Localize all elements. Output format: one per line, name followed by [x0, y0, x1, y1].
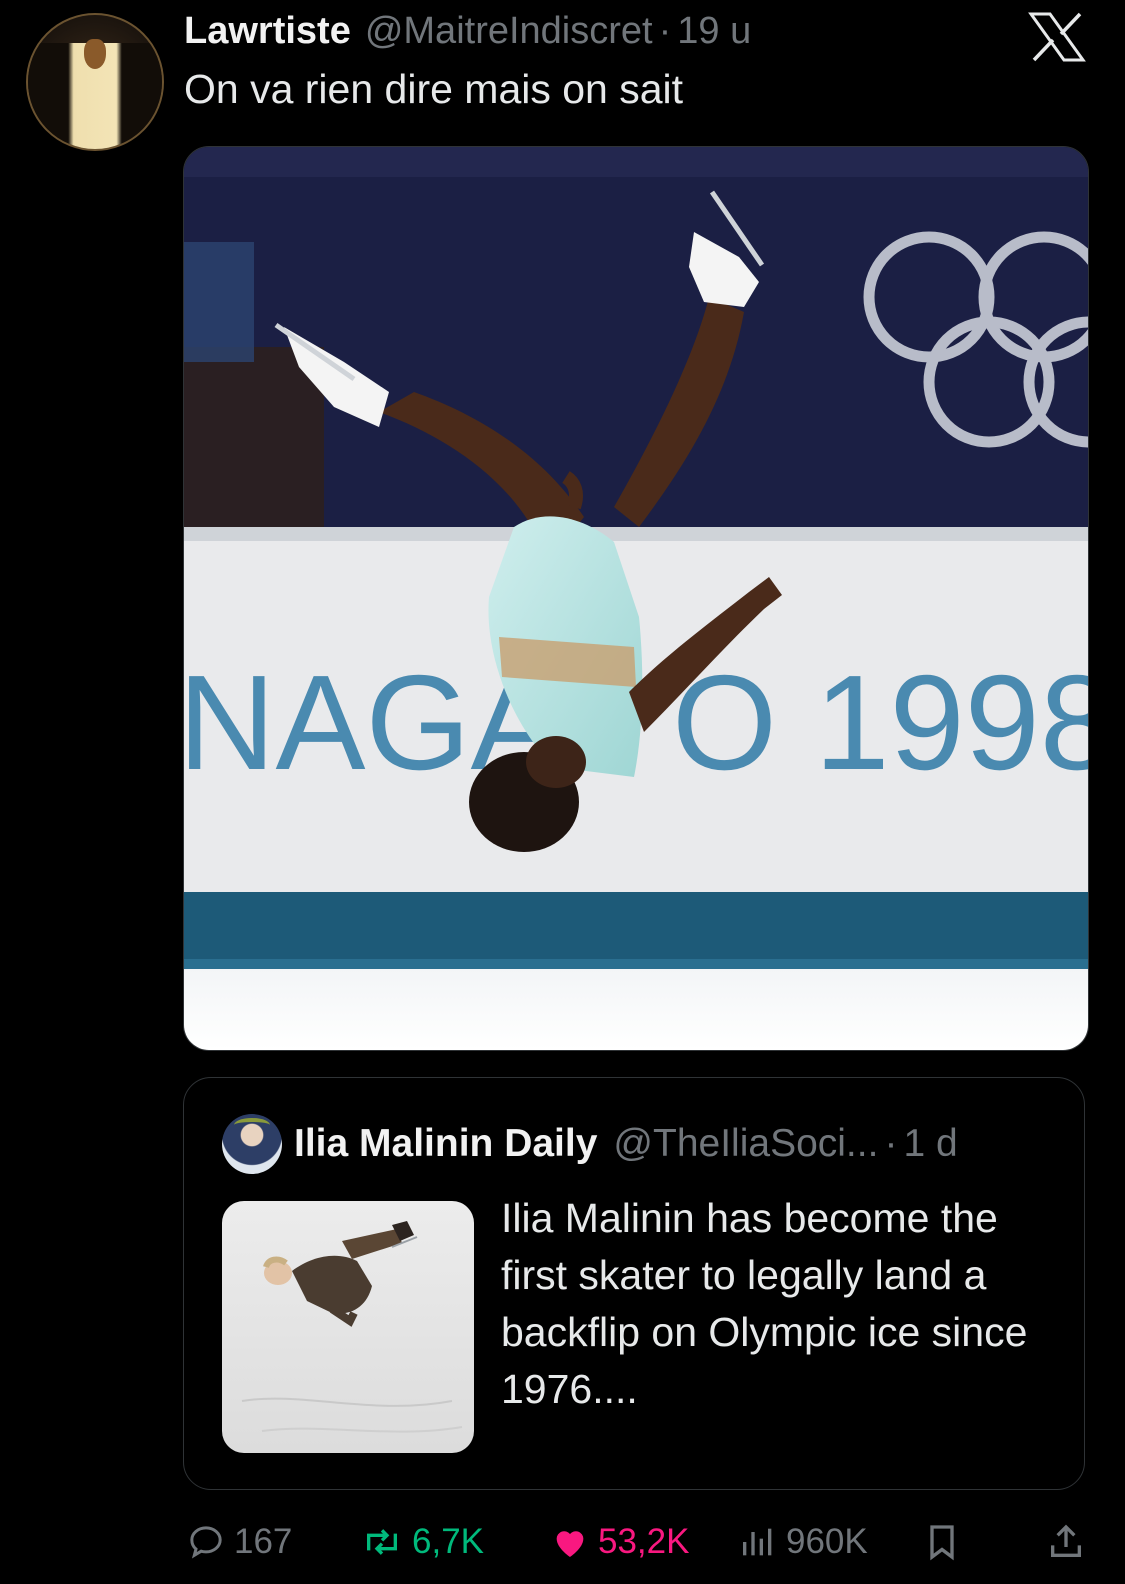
quoted-author-handle[interactable]: @TheIliaSoci...	[613, 1122, 878, 1166]
heart-icon	[556, 1531, 584, 1557]
quoted-header-separator: ·	[884, 1122, 898, 1165]
wreath-icon	[234, 1118, 270, 1132]
reply-count: 167	[234, 1522, 293, 1561]
quoted-tweet-header: Ilia Malinin Daily @TheIliaSoci... · 1 d	[294, 1122, 958, 1166]
views-button[interactable]: 960K	[738, 1516, 868, 1568]
author-handle[interactable]: @MaitreIndiscret	[365, 10, 653, 53]
tweet-time[interactable]: 19 u	[677, 10, 751, 53]
views-icon	[743, 1528, 772, 1556]
reply-icon	[190, 1526, 222, 1559]
banner-text-2: O 1998	[672, 647, 1088, 798]
author-name[interactable]: Lawrtiste	[184, 10, 351, 53]
views-count: 960K	[786, 1522, 868, 1561]
action-bar: 167 6,7K 53,2K 960K	[0, 1516, 1125, 1568]
author-avatar[interactable]	[26, 13, 164, 151]
bookmark-icon	[930, 1525, 954, 1561]
header-separator: ·	[658, 10, 672, 52]
skater-photo-illustration: NAGA O 1998	[184, 147, 1088, 1050]
tweet-photo[interactable]: NAGA O 1998	[183, 146, 1089, 1051]
backflip-skater-illustration	[241, 1221, 463, 1433]
like-button[interactable]: 53,2K	[550, 1516, 689, 1568]
quoted-tweet-text: Ilia Malinin has become the first skater…	[501, 1195, 1028, 1412]
tweet-header: Lawrtiste @MaitreIndiscret · 19 u	[184, 10, 751, 60]
bookmark-button[interactable]	[922, 1516, 970, 1568]
repost-count: 6,7K	[412, 1522, 484, 1561]
repost-icon	[367, 1529, 397, 1555]
quoted-author-name[interactable]: Ilia Malinin Daily	[294, 1122, 597, 1166]
share-icon	[1051, 1524, 1081, 1557]
x-logo-icon	[1028, 12, 1086, 62]
reply-button[interactable]: 167	[186, 1516, 292, 1568]
quoted-author-avatar[interactable]	[222, 1114, 282, 1174]
share-button[interactable]	[1046, 1516, 1094, 1568]
quoted-tweet-thumbnail[interactable]	[222, 1201, 474, 1453]
quoted-tweet-time[interactable]: 1 d	[903, 1122, 957, 1166]
tweet-text: On va rien dire mais on sait	[184, 66, 684, 112]
like-count: 53,2K	[598, 1522, 690, 1561]
quoted-tweet[interactable]: Ilia Malinin Daily @TheIliaSoci... · 1 d…	[183, 1077, 1085, 1490]
repost-button[interactable]: 6,7K	[360, 1516, 484, 1568]
avatar-collar	[84, 39, 106, 69]
